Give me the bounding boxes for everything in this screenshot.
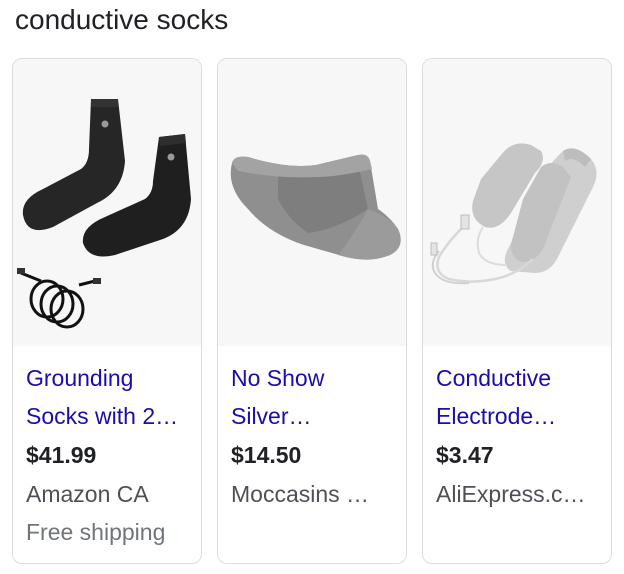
product-title-link[interactable]: Conductive Electrode…	[436, 359, 597, 435]
product-title-line: Socks with 2…	[26, 403, 179, 429]
product-card[interactable]: Conductive Electrode… $3.47 AliExpress.c…	[422, 58, 612, 564]
product-title-line: Grounding	[26, 365, 134, 391]
merchant-name: AliExpress.c…	[436, 481, 586, 507]
black-grounding-socks-with-cord-icon	[17, 99, 191, 329]
product-price: $41.99	[26, 442, 97, 468]
merchant-name: Amazon CA	[26, 481, 149, 507]
product-image[interactable]	[423, 59, 611, 346]
product-title-line: No Show	[231, 365, 325, 391]
grey-electrode-socks-with-wire-icon	[430, 143, 597, 285]
product-image[interactable]	[218, 59, 406, 346]
grey-no-show-sock-icon	[230, 154, 401, 260]
product-card[interactable]: Grounding Socks with 2… $41.99 Amazon CA…	[12, 58, 202, 564]
shipping-info: Free shipping	[26, 519, 166, 545]
product-title-line: Electrode…	[436, 403, 557, 429]
product-image[interactable]	[13, 59, 201, 346]
search-query-heading: conductive socks	[15, 4, 229, 35]
product-title-line: Silver…	[231, 403, 312, 429]
product-carousel: Grounding Socks with 2… $41.99 Amazon CA…	[12, 58, 612, 564]
product-card[interactable]: No Show Silver… $14.50 Moccasins …	[217, 58, 407, 564]
merchant-name: Moccasins …	[231, 481, 370, 507]
product-title-link[interactable]: No Show Silver…	[231, 359, 392, 435]
product-price: $14.50	[231, 442, 302, 468]
product-title-link[interactable]: Grounding Socks with 2…	[26, 359, 187, 435]
product-price: $3.47	[436, 442, 494, 468]
product-title-line: Conductive	[436, 365, 552, 391]
